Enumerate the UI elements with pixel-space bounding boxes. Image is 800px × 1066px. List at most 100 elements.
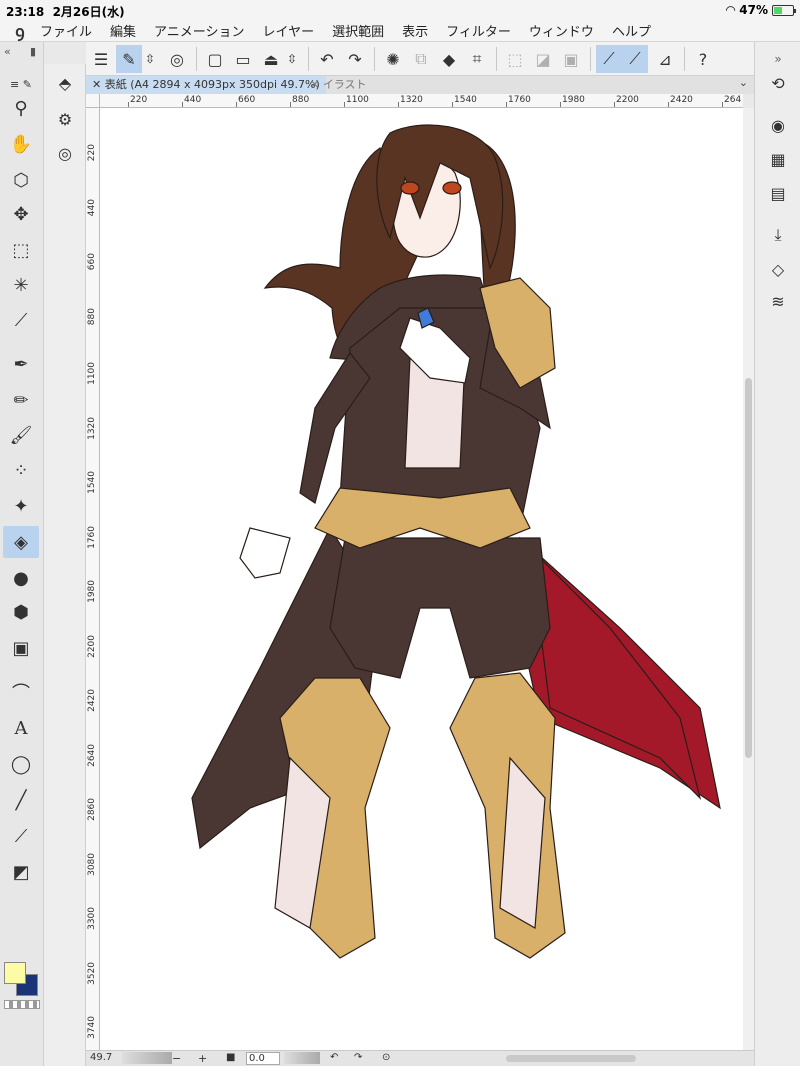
eraser-subtool-hard-icon[interactable]: ⬘ [52,70,78,96]
main-color-swatch[interactable] [4,962,26,984]
menu-filter[interactable]: フィルター [446,21,511,40]
zoom-in-button[interactable]: + [198,1052,207,1065]
clip-studio-window: 23:18 2月26日(水) ◠ 47% ꝯ ファイル 編集 アニメーション レ… [0,0,800,1066]
save-chevron-icon[interactable]: ⇳ [284,45,300,73]
material-download-icon[interactable]: ⤓ [765,222,791,248]
tab-illust[interactable]: ✕ イラスト [304,76,373,94]
menu-window[interactable]: ウィンドウ [529,21,594,40]
rotate-left-icon[interactable]: ↶ [330,1052,338,1063]
tab-cover-label: 表紙 (A4 2894 x 4093px 350dpi 49.7%) [104,78,320,91]
menu-file[interactable]: ファイル [40,21,92,40]
figure-icon[interactable]: ⌒ [3,676,39,708]
new-file-icon[interactable]: ▢ [202,45,228,73]
right-eye [442,181,462,195]
open-folder-icon[interactable]: ▭ [230,45,256,73]
collapse-left-icon[interactable]: « [4,45,11,58]
eraser-subtool-settings-icon[interactable]: ⚙ [52,106,78,132]
pencil-icon[interactable]: ✏ [3,384,39,416]
deselect-icon[interactable]: ⬚ [502,45,528,73]
collapse-right-icon[interactable]: » [765,46,791,72]
app-logo-icon[interactable]: ꝯ [0,20,40,42]
ruler-h-tick [668,102,669,107]
fill-icon[interactable]: ⬢ [3,596,39,628]
ruler-h-tick [722,102,723,107]
reset-rotation-icon[interactable]: ⊙ [382,1052,390,1063]
selection-border-icon[interactable]: ▣ [558,45,584,73]
zoom-out-button[interactable]: − [172,1052,181,1065]
fit-view-icon[interactable]: ■ [226,1052,235,1063]
magnifier-icon[interactable]: ⚲ [3,92,39,124]
crop-icon[interactable]: ⌗ [464,45,490,73]
brush-snap-icon[interactable]: ⟋ [622,45,648,73]
help-icon[interactable]: ? [690,45,716,73]
ruler-snap-icon[interactable]: ⟋ [596,45,622,73]
zoom-slider[interactable] [122,1052,172,1064]
invert-selection-icon[interactable]: ◪ [530,45,556,73]
tab-list-chevron-icon[interactable]: ⌄ [739,76,748,89]
object-select-icon[interactable]: ⬡ [3,164,39,196]
pen-icon[interactable]: ✒ [3,348,39,380]
menu-edit[interactable]: 編集 [110,21,136,40]
menu-bar: ꝯ ファイル 編集 アニメーション レイヤー 選択範囲 表示 フィルター ウィン… [0,20,800,42]
line-snap-icon[interactable]: ⊿ [652,45,678,73]
rotate-right-icon[interactable]: ↷ [354,1052,362,1063]
transparent-color-swatch[interactable] [4,1000,40,1009]
color-circle-icon[interactable]: ◉ [765,112,791,138]
menu-selection[interactable]: 選択範囲 [332,21,384,40]
panel-grip-icon[interactable]: ▮ [30,45,36,58]
redo-icon[interactable]: ↷ [342,45,368,73]
correct-line-icon[interactable]: ⟋ [3,820,39,852]
navigator-icon[interactable]: ⟲ [765,70,791,96]
vertical-scrollbar[interactable] [743,108,754,1050]
color-swatches [2,960,42,1014]
eyedropper-icon[interactable]: ⟋ [3,304,39,336]
gradient-icon[interactable]: ▣ [3,632,39,664]
ruler-v-label: 1320 [87,416,97,440]
undo-icon[interactable]: ↶ [314,45,340,73]
eraser-icon[interactable]: ◈ [3,526,39,558]
tab-cover[interactable]: ✕ 表紙 (A4 2894 x 4093px 350dpi 49.7%) [86,76,326,94]
canvas[interactable] [100,108,743,1050]
zoom-field[interactable]: 49.7 [90,1052,112,1063]
airbrush-icon[interactable]: ⁘ [3,454,39,486]
ruler-h-tick [344,102,345,107]
transform-icon[interactable]: ⧉ [408,45,434,73]
menu-animation[interactable]: アニメーション [154,21,244,40]
auto-select-icon[interactable]: ✳ [3,269,39,301]
save-icon[interactable]: ⏏ [258,45,284,73]
ruler-h-tick [560,102,561,107]
menu-view[interactable]: 表示 [402,21,428,40]
menu-layer[interactable]: レイヤー [263,21,315,40]
rotation-slider[interactable] [284,1052,320,1064]
rotation-field[interactable]: 0.0 [246,1052,280,1065]
layer-property-icon[interactable]: ◇ [765,256,791,282]
balloon-icon[interactable]: ◯ [3,748,39,780]
loading-icon[interactable]: ✺ [380,45,406,73]
horizontal-scroll-thumb[interactable] [506,1055,636,1062]
ruler-h-tick [182,102,183,107]
color-mixer-icon[interactable]: ◩ [3,856,39,888]
spiral-icon[interactable]: ◎ [164,45,190,73]
vertical-scroll-thumb[interactable] [745,378,752,758]
hamburger-menu-icon[interactable]: ☰ [88,45,114,73]
eraser-subtool-soft-icon[interactable]: ◎ [52,140,78,166]
ruler-h-label: 1320 [400,95,423,105]
command-bar: ☰ ✎ ⇳ ◎ ▢ ▭ ⏏ ⇳ ↶ ↷ ✺ ⧉ ◆ ⌗ ⬚ ◪ ▣ ⟋ ⟋ ⊿ … [86,42,754,76]
color-set-icon[interactable]: ▦ [765,146,791,172]
ruler-line-icon[interactable]: ╱ [3,784,39,816]
canvas-bottom-bar: 49.7 − + ■ 0.0 ↶ ↷ ⊙ [86,1050,754,1066]
layers-icon[interactable]: ≋ [765,288,791,314]
edit-mode-icon[interactable]: ✎ [116,45,142,73]
timeline-icon[interactable]: ▤ [765,180,791,206]
brush-icon[interactable]: 🖌 [3,419,39,451]
blend-icon[interactable]: ● [3,562,39,594]
menu-help[interactable]: ヘルプ [612,21,651,40]
up-down-chevron-icon[interactable]: ⇳ [142,45,158,73]
move-icon[interactable]: ✥ [3,198,39,230]
decoration-icon[interactable]: ✦ [3,490,39,522]
text-icon[interactable]: A [3,712,39,744]
fill-bucket-icon[interactable]: ◆ [436,45,462,73]
ruler-h-tick [452,102,453,107]
marquee-icon[interactable]: ⬚ [3,234,39,266]
hand-icon[interactable]: ✋ [3,128,39,160]
